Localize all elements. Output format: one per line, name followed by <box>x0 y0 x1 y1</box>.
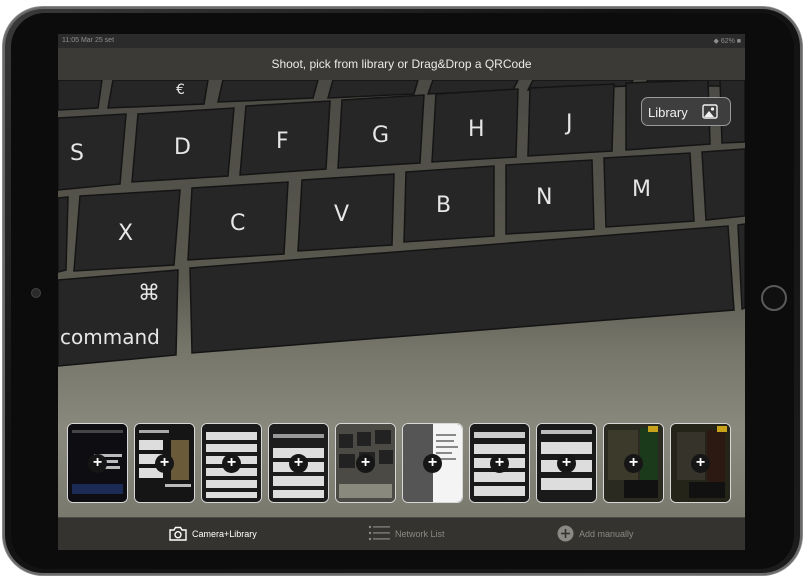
thumbnail-10[interactable]: + <box>670 423 731 503</box>
status-time: 11:05 Mar 25 set <box>62 37 114 44</box>
home-button[interactable] <box>761 285 787 311</box>
thumbnail-9[interactable]: + <box>603 423 664 503</box>
key-h: H <box>468 117 485 142</box>
camera-viewfinder[interactable]: € S D F G H J X C V B N M ⌘ command Libr… <box>58 80 745 517</box>
key-j: J <box>564 111 573 136</box>
tab-network-list[interactable]: Network List <box>368 518 478 550</box>
add-icon: + <box>624 454 643 473</box>
library-button[interactable]: Library <box>641 97 731 126</box>
tab-camera-library-label: Camera+Library <box>192 529 257 539</box>
add-icon: + <box>222 454 241 473</box>
key-d: D <box>174 135 191 160</box>
add-icon: + <box>423 454 442 473</box>
key-v: V <box>334 202 349 227</box>
tab-add-manually[interactable]: Add manually <box>557 518 667 550</box>
thumbnail-2[interactable]: + <box>134 423 195 503</box>
thumbnail-5[interactable]: + <box>335 423 396 503</box>
key-command: command <box>60 325 160 349</box>
thumbnail-8[interactable]: + <box>536 423 597 503</box>
key-f: F <box>276 129 289 154</box>
camera-icon <box>169 526 187 541</box>
add-icon: + <box>155 454 174 473</box>
plus-circle-icon <box>557 525 574 542</box>
tab-network-list-label: Network List <box>395 529 445 539</box>
tab-add-manually-label: Add manually <box>579 529 634 539</box>
screen: 11:05 Mar 25 set ◆ 62% ■ Shoot, pick fro… <box>58 34 745 550</box>
tab-camera-library[interactable]: Camera+Library <box>169 518 289 550</box>
status-date-text: Mar 25 set <box>80 37 115 44</box>
key-cmd-symbol: ⌘ <box>138 281 160 306</box>
thumbnail-6[interactable]: + <box>402 423 463 503</box>
recent-images-strip: + + + + + + + + + + <box>67 423 737 503</box>
add-icon: + <box>289 454 308 473</box>
key-s: S <box>70 141 84 166</box>
key-g: G <box>372 123 389 148</box>
status-time-text: 11:05 <box>62 37 79 44</box>
thumbnail-1[interactable]: + <box>67 423 128 503</box>
photo-icon <box>702 104 718 119</box>
key-m: M <box>632 177 651 202</box>
add-icon: + <box>557 454 576 473</box>
add-icon: + <box>691 454 710 473</box>
list-icon <box>368 525 390 541</box>
status-battery: ◆ 62% ■ <box>713 38 741 45</box>
add-icon: + <box>490 454 509 473</box>
key-x: X <box>118 221 133 246</box>
tab-bar: Camera+Library Network List Add manually <box>58 517 745 550</box>
key-n: N <box>536 185 552 210</box>
thumbnail-4[interactable]: + <box>268 423 329 503</box>
front-camera <box>32 289 40 297</box>
add-icon: + <box>88 454 107 473</box>
status-bar: 11:05 Mar 25 set ◆ 62% ■ <box>58 34 745 48</box>
thumbnail-3[interactable]: + <box>201 423 262 503</box>
header-bar: Shoot, pick from library or Drag&Drop a … <box>58 48 745 80</box>
key-b: B <box>436 193 451 218</box>
page-title: Shoot, pick from library or Drag&Drop a … <box>271 57 532 71</box>
library-button-label: Library <box>648 105 688 120</box>
thumbnail-7[interactable]: + <box>469 423 530 503</box>
add-icon: + <box>356 454 375 473</box>
key-c: C <box>230 211 245 236</box>
key-euro: € <box>176 82 185 98</box>
